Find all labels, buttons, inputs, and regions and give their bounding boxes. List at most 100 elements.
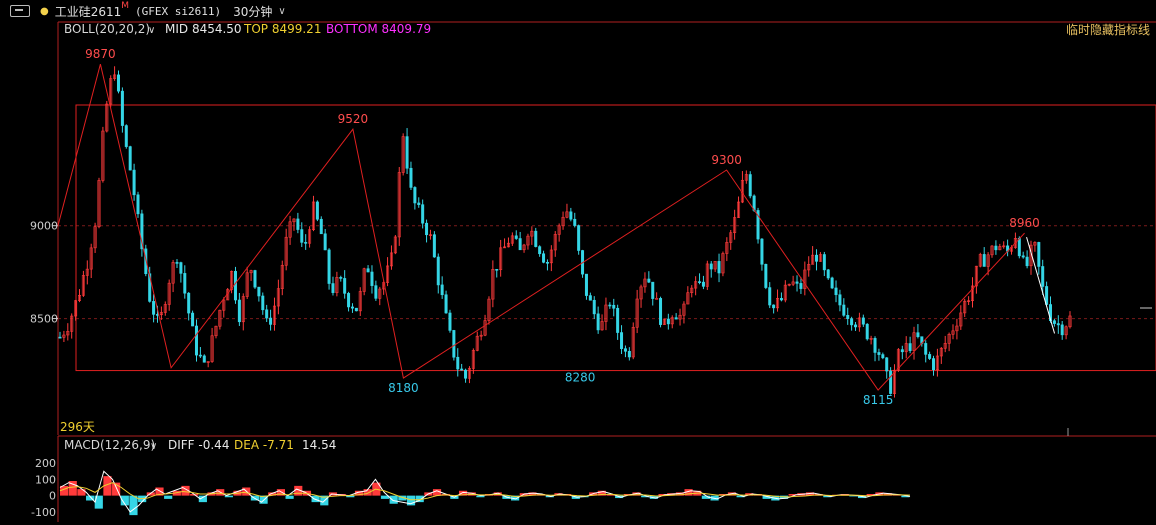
candle-body [592,299,596,315]
candle-body [612,304,616,309]
candle-body [588,295,592,301]
candle-body [861,317,865,325]
candle-body [838,294,842,306]
macd-bar [129,495,138,516]
candle-body [908,343,912,351]
candle-body [982,254,986,267]
macd-dea: DEA -7.71 [234,438,294,452]
candle-body [237,299,241,323]
candle-body [198,354,202,357]
candle-body [444,294,448,314]
macd-axis-ticks: 200 100 0 -100 [31,457,56,519]
candle-body [421,204,425,224]
candle-body [608,304,612,307]
candle-body [518,238,522,251]
candle-body [779,298,783,301]
candle-body [709,263,713,270]
candle-body [830,277,834,289]
candle-body [464,369,468,379]
candle-body [374,285,378,299]
candle-body [409,167,413,188]
candle-body [577,225,581,251]
y-axis-ticks: 90008500 [30,220,58,326]
candle-body [1021,255,1025,258]
candle-body [666,318,670,325]
range-box [75,104,1156,372]
candle-body [545,262,549,264]
candle-body [175,262,179,264]
macd-bar [77,489,86,496]
candle-body [799,283,803,289]
candle-body [116,74,120,92]
candle-body [514,235,518,239]
candle-body [124,125,128,147]
boll-top: TOP 8499.21 [243,22,321,36]
macd-diff: DIFF -0.44 [168,438,229,452]
candle-body [253,270,257,288]
macd-chevron-icon[interactable]: ∨ [150,441,157,452]
candle-body [413,187,417,204]
candle-body [881,354,885,359]
candle-body [331,283,335,293]
candle-body [1056,323,1060,326]
candle-body [924,343,928,355]
candle-body [534,230,538,247]
candle-body [651,281,655,299]
boll-mid: MID 8454.50 [165,22,242,36]
candle-body [889,370,893,394]
candle-body [448,312,452,331]
candle-body [315,201,319,220]
pivot-label: 8115 [863,393,894,407]
candle-body [698,281,702,283]
candle-body [436,256,440,286]
candle-body [456,356,460,370]
zigzag-labels: 9870 9520 8180 9300 8115 8960 8280 [85,47,1040,407]
candle-body [569,211,573,220]
candle-body [58,336,62,339]
candle-body [339,277,343,279]
candle-body [655,298,659,300]
candle-body [1060,324,1064,336]
pivot-label: 9870 [85,47,116,61]
pivot-label: 9520 [338,112,369,126]
candle-body [152,301,156,315]
candle-body [717,261,721,274]
candle-body [815,254,819,262]
macd-bar [311,495,320,503]
candle-body [916,332,920,337]
candle-body [846,314,850,319]
candle-body [327,249,331,284]
candle-body [584,273,588,296]
level-label: 8280 [565,370,596,384]
candle-body [932,358,936,371]
candle-body [748,174,752,197]
pivot-label: 9300 [711,153,742,167]
candle-body [194,325,198,356]
candle-body [627,350,631,358]
boll-chevron-icon[interactable]: ∨ [148,25,155,36]
boll-label[interactable]: BOLL(20,20,2) [64,22,150,36]
candle-body [1052,320,1056,324]
candle-body [542,253,546,263]
candle-body [1025,256,1029,267]
candle-body [432,234,436,258]
price-chart: BOLL(20,20,2) ∨ MID 8454.50 TOP 8499.21 … [30,21,1156,522]
candle-body [136,194,140,215]
candle-body [495,268,499,271]
macd-label[interactable]: MACD(12,26,9) [64,438,155,452]
candle-body [826,269,830,279]
boll-bottom: BOTTOM 8409.79 [326,22,431,36]
candle-body [319,218,323,235]
candle-body [538,246,542,255]
candle-body [132,169,136,196]
hide-indicator-button[interactable]: 临时隐藏指标线 [1066,22,1150,37]
candle-body [261,295,265,311]
candle-body [440,284,444,296]
candle-body [405,136,409,169]
candle-body [296,218,300,230]
candle-body [647,278,651,283]
zigzag-line [57,64,1025,391]
candle-body [350,306,354,309]
macd-tick-label: 200 [35,457,56,470]
candle-body [994,245,998,251]
